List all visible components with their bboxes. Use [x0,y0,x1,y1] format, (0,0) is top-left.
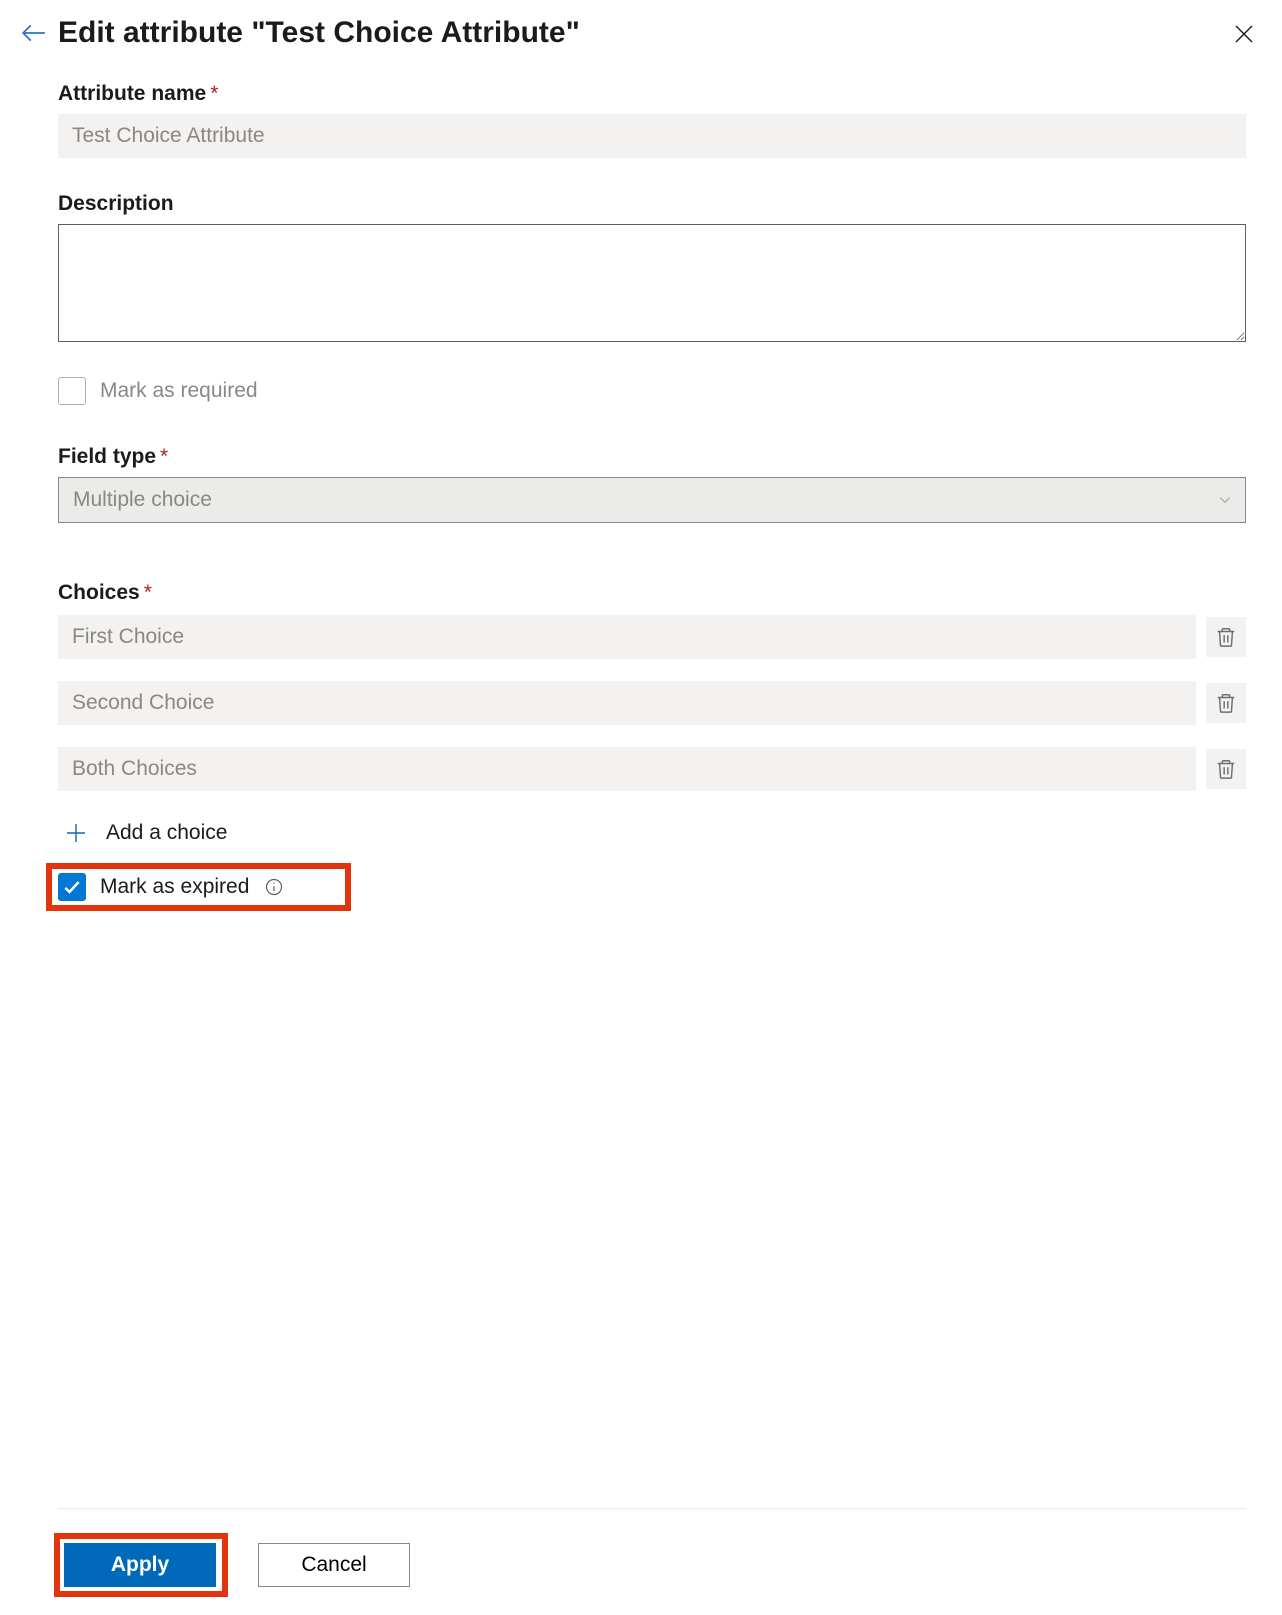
plus-icon [64,821,88,845]
mark-expired-checkbox[interactable] [58,873,86,901]
trash-icon [1215,758,1237,780]
cancel-button[interactable]: Cancel [258,1543,410,1587]
choice-row [58,615,1246,659]
attribute-name-input [58,114,1246,158]
field-type-select[interactable]: Multiple choice [58,477,1246,523]
panel-header: Edit attribute "Test Choice Attribute" [20,10,1262,52]
chevron-down-icon [1215,490,1235,510]
attribute-name-label: Attribute name* [58,82,1246,106]
page-title: Edit attribute "Test Choice Attribute" [58,16,580,50]
mark-required-label: Mark as required [100,379,258,403]
field-type-value: Multiple choice [73,488,1215,512]
close-button[interactable] [1226,16,1262,52]
back-arrow-icon[interactable] [20,19,48,47]
choice-input [58,747,1196,791]
trash-icon [1215,692,1237,714]
field-type-label: Field type* [58,445,1246,469]
choice-row [58,681,1246,725]
add-choice-button[interactable]: Add a choice [58,821,227,845]
description-textarea[interactable] [58,224,1246,342]
info-icon[interactable] [263,876,285,898]
choice-input [58,681,1196,725]
delete-choice-button[interactable] [1206,683,1246,723]
trash-icon [1215,626,1237,648]
choice-input [58,615,1196,659]
description-label: Description [58,192,1246,216]
delete-choice-button[interactable] [1206,749,1246,789]
apply-button[interactable]: Apply [64,1543,216,1587]
delete-choice-button[interactable] [1206,617,1246,657]
choices-label: Choices* [58,581,1246,605]
choice-row [58,747,1246,791]
add-choice-label: Add a choice [106,821,227,845]
mark-expired-label: Mark as expired [100,875,249,899]
footer: Apply Cancel [58,1508,1246,1615]
mark-required-checkbox[interactable] [58,377,86,405]
